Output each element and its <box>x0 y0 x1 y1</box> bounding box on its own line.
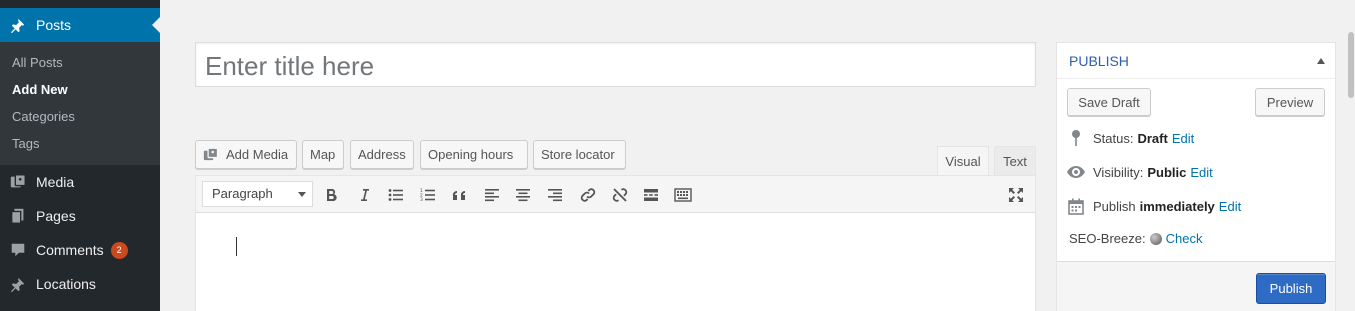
admin-sidebar: Posts All Posts Add New Categories Tags … <box>0 0 160 311</box>
store-locator-button[interactable]: Store locator <box>533 140 626 169</box>
bold-icon[interactable] <box>319 183 343 207</box>
menu-comments-label: Comments <box>36 242 104 258</box>
opening-hours-label: Opening hours <box>428 147 514 162</box>
pages-icon <box>0 199 36 233</box>
tab-text[interactable]: Text <box>994 146 1036 176</box>
add-media-label: Add Media <box>226 147 289 162</box>
publish-date-row: Publish immediately Edit <box>1067 197 1241 215</box>
blockquote-icon[interactable] <box>448 183 472 207</box>
submenu-tags[interactable]: Tags <box>0 130 160 157</box>
text-cursor <box>236 237 237 256</box>
menu-media-label: Media <box>36 174 75 190</box>
bullet-list-icon[interactable] <box>384 183 408 207</box>
publish-date-value: immediately <box>1139 198 1215 214</box>
add-media-icon <box>203 147 220 163</box>
publish-box-header[interactable]: PUBLISH <box>1057 43 1335 79</box>
read-more-icon[interactable] <box>639 183 663 207</box>
menu-comments[interactable]: Comments 2 <box>0 233 160 267</box>
pin-icon <box>0 267 36 301</box>
map-button-label: Map <box>310 147 336 162</box>
publish-box-title: PUBLISH <box>1069 53 1129 69</box>
preview-button[interactable]: Preview <box>1255 88 1325 116</box>
format-select[interactable]: Paragraph <box>202 181 313 207</box>
map-button[interactable]: Map <box>302 140 344 169</box>
toolbar-toggle-icon[interactable] <box>671 183 695 207</box>
seo-breeze-row: SEO-Breeze: Check <box>1069 231 1202 246</box>
add-media-button[interactable]: Add Media <box>195 140 297 169</box>
calendar-icon <box>1067 197 1085 215</box>
post-editor[interactable]: Paragraph 123 <box>195 175 1036 311</box>
publish-button[interactable]: Publish <box>1256 273 1326 304</box>
italic-icon[interactable] <box>352 183 376 207</box>
submenu-all-posts[interactable]: All Posts <box>0 49 160 76</box>
menu-posts-label: Posts <box>36 17 72 33</box>
align-left-icon[interactable] <box>480 183 504 207</box>
editor-toolbar: Paragraph 123 <box>196 176 1035 213</box>
eye-icon <box>1067 163 1085 181</box>
post-title-input[interactable] <box>196 43 1035 86</box>
status-row: Status: Draft Edit <box>1067 129 1194 147</box>
publish-date-edit-link[interactable]: Edit <box>1219 199 1241 214</box>
fullscreen-icon[interactable] <box>1004 183 1028 207</box>
align-right-icon[interactable] <box>543 183 567 207</box>
store-locator-label: Store locator <box>541 147 615 162</box>
visibility-value: Public <box>1147 164 1187 180</box>
submenu-add-new[interactable]: Add New <box>0 76 160 103</box>
seo-breeze-label: SEO-Breeze: <box>1069 231 1146 246</box>
menu-locations-label: Locations <box>36 276 96 292</box>
save-draft-label: Save Draft <box>1078 94 1140 110</box>
unlink-icon[interactable] <box>608 183 632 207</box>
menu-pages-label: Pages <box>36 208 76 224</box>
publish-box-footer: Publish <box>1057 261 1335 311</box>
menu-posts[interactable]: Posts <box>0 8 160 42</box>
comment-icon <box>0 233 36 267</box>
menu-pages[interactable]: Pages <box>0 199 160 233</box>
title-field-wrapper <box>195 42 1036 87</box>
address-button[interactable]: Address <box>350 140 414 169</box>
status-value: Draft <box>1137 130 1168 146</box>
tab-visual[interactable]: Visual <box>937 146 989 176</box>
status-label: Status: <box>1093 130 1134 146</box>
svg-text:3: 3 <box>420 197 423 202</box>
page-scrollbar[interactable] <box>1347 0 1355 311</box>
pin-icon <box>0 8 36 42</box>
save-draft-button[interactable]: Save Draft <box>1067 88 1151 116</box>
comments-count-badge: 2 <box>110 241 128 259</box>
menu-media[interactable]: Media <box>0 165 160 199</box>
status-edit-link[interactable]: Edit <box>1172 131 1194 146</box>
posts-submenu: All Posts Add New Categories Tags <box>0 42 160 165</box>
publish-box: PUBLISH Save Draft Preview Status: Draft… <box>1056 42 1336 311</box>
submenu-categories[interactable]: Categories <box>0 103 160 130</box>
align-center-icon[interactable] <box>511 183 535 207</box>
seo-status-dot-icon <box>1149 232 1162 245</box>
menu-locations[interactable]: Locations <box>0 267 160 301</box>
publish-date-label: Publish <box>1093 198 1136 214</box>
chevron-up-icon[interactable] <box>1317 58 1325 64</box>
visibility-edit-link[interactable]: Edit <box>1190 165 1212 180</box>
media-icon <box>0 165 36 199</box>
chevron-down-icon <box>298 192 306 197</box>
seo-check-link[interactable]: Check <box>1166 231 1203 246</box>
opening-hours-button[interactable]: Opening hours <box>420 140 528 169</box>
visibility-row: Visibility: Public Edit <box>1067 163 1213 181</box>
link-icon[interactable] <box>576 183 600 207</box>
numbered-list-icon[interactable]: 123 <box>416 183 440 207</box>
format-select-value: Paragraph <box>212 186 273 201</box>
pushpin-icon <box>1067 129 1085 147</box>
visibility-label: Visibility: <box>1093 164 1144 180</box>
scrollbar-thumb[interactable] <box>1348 32 1354 98</box>
address-button-label: Address <box>358 147 406 162</box>
preview-label: Preview <box>1266 94 1314 110</box>
